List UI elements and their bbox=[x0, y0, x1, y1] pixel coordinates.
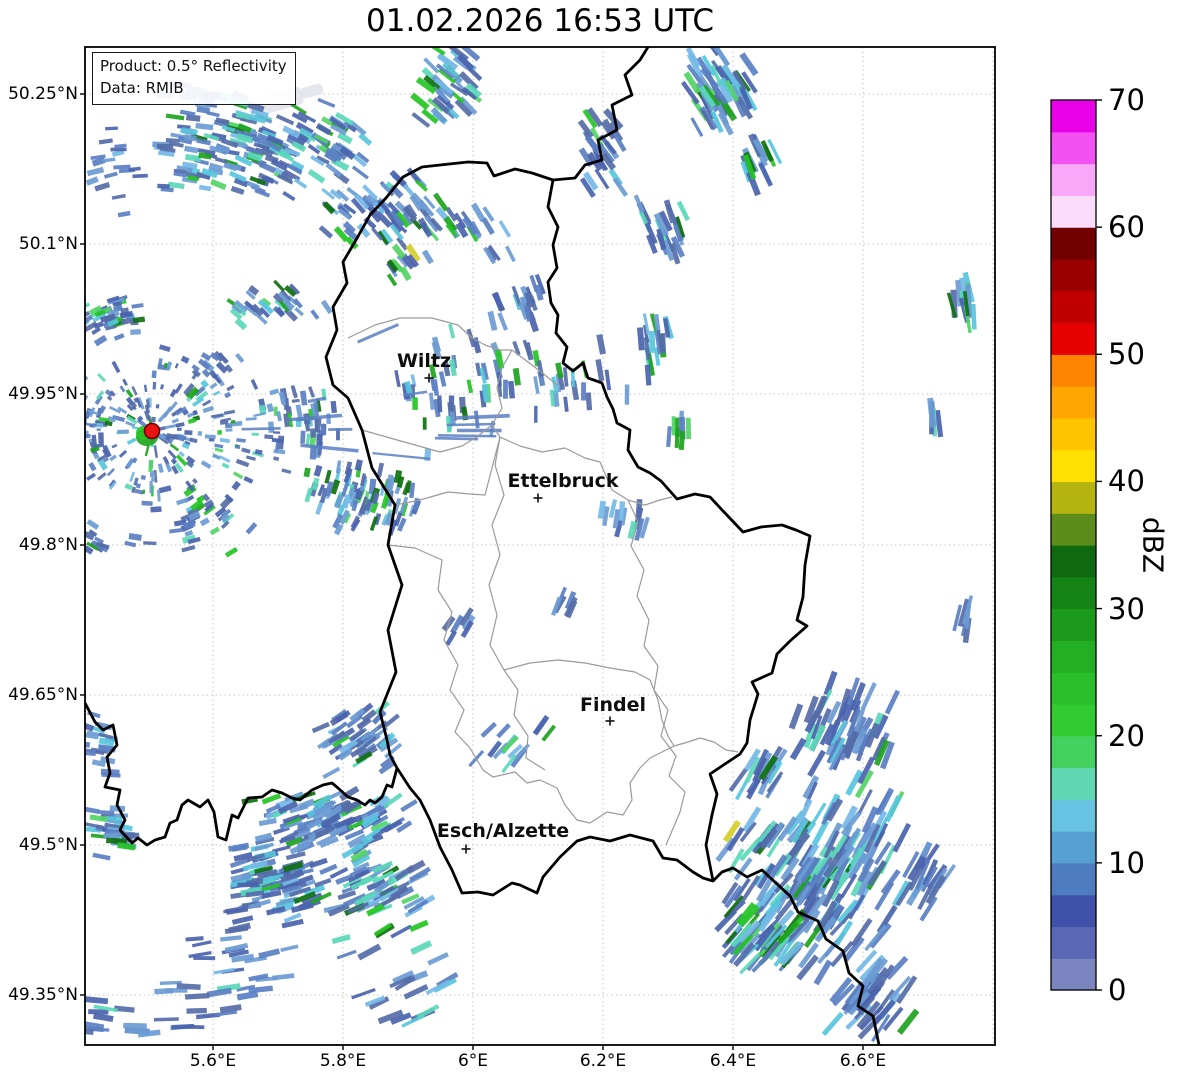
y-tick-label: 49.65°N bbox=[8, 685, 78, 705]
plot-background bbox=[85, 47, 995, 1045]
radar-plot-canvas bbox=[0, 0, 1184, 1081]
colorbar bbox=[1051, 100, 1102, 991]
colorbar-tick-label: 20 bbox=[1108, 719, 1145, 753]
radar-site-marker bbox=[145, 424, 160, 439]
y-tick-label: 50.25°N bbox=[8, 84, 78, 104]
colorbar-tick-label: 70 bbox=[1108, 83, 1145, 117]
city-label: Esch/Alzette bbox=[437, 820, 569, 842]
city-label: Findel bbox=[580, 694, 646, 716]
colorbar-tick-label: 60 bbox=[1108, 210, 1145, 244]
colorbar-unit-label: dBZ bbox=[1137, 517, 1170, 573]
y-tick-label: 49.5°N bbox=[19, 835, 78, 855]
product-info-box: Product: 0.5° Reflectivity Data: RMIB bbox=[92, 52, 296, 105]
y-tick-label: 49.95°N bbox=[8, 384, 78, 404]
x-tick-label: 6°E bbox=[458, 1051, 488, 1071]
x-tick-label: 6.2°E bbox=[580, 1051, 626, 1071]
x-tick-label: 6.4°E bbox=[710, 1051, 756, 1071]
city-label: Wiltz bbox=[397, 350, 451, 372]
datasource-line: Data: RMIB bbox=[100, 78, 287, 100]
y-tick-label: 49.8°N bbox=[19, 535, 78, 555]
x-tick-label: 5.6°E bbox=[190, 1051, 236, 1071]
y-tick-label: 49.35°N bbox=[8, 985, 78, 1005]
y-tick-label: 50.1°N bbox=[19, 234, 78, 254]
radar-map-app: 01.02.2026 16:53 UTC Product: 0.5° Refle… bbox=[0, 0, 1184, 1081]
colorbar-tick-label: 50 bbox=[1108, 337, 1145, 371]
product-line: Product: 0.5° Reflectivity bbox=[100, 56, 287, 78]
x-tick-label: 6.6°E bbox=[840, 1051, 886, 1071]
city-label: Ettelbruck bbox=[508, 470, 619, 492]
colorbar-tick-label: 30 bbox=[1108, 592, 1145, 626]
colorbar-tick-label: 0 bbox=[1108, 973, 1126, 1007]
x-tick-label: 5.8°E bbox=[320, 1051, 366, 1071]
colorbar-tick-label: 40 bbox=[1108, 464, 1145, 498]
colorbar-tick-label: 10 bbox=[1108, 846, 1145, 880]
